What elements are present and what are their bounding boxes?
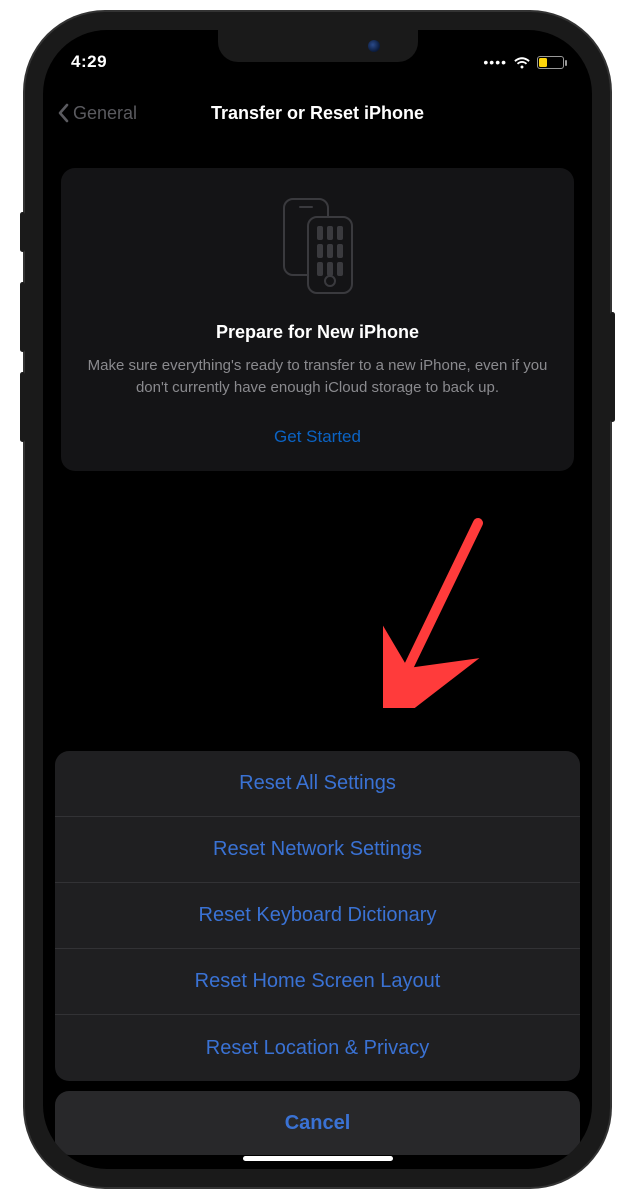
- navigation-bar: General Transfer or Reset iPhone: [43, 90, 592, 136]
- reset-keyboard-dictionary[interactable]: Reset Keyboard Dictionary: [55, 883, 580, 949]
- prepare-title: Prepare for New iPhone: [81, 322, 554, 343]
- back-button[interactable]: General: [57, 103, 137, 124]
- reset-all-settings[interactable]: Reset All Settings: [55, 751, 580, 817]
- reset-network-settings[interactable]: Reset Network Settings: [55, 817, 580, 883]
- cancel-button[interactable]: Cancel: [55, 1091, 580, 1155]
- action-sheet: Reset All Settings Reset Network Setting…: [43, 751, 592, 1169]
- mute-switch: [20, 212, 25, 252]
- status-time: 4:29: [71, 52, 107, 72]
- front-camera-icon: [368, 40, 380, 52]
- phone-front-icon: [307, 216, 353, 294]
- prepare-illustration: [81, 198, 554, 294]
- device-frame: 4:29 •••• General Transfer or Reset iPho…: [25, 12, 610, 1187]
- chevron-left-icon: [57, 103, 69, 123]
- screen: 4:29 •••• General Transfer or Reset iPho…: [43, 30, 592, 1169]
- prepare-description: Make sure everything's ready to transfer…: [81, 355, 554, 399]
- notch: [218, 30, 418, 62]
- get-started-link[interactable]: Get Started: [81, 427, 554, 447]
- back-label: General: [73, 103, 137, 124]
- home-indicator[interactable]: [243, 1156, 393, 1161]
- volume-down-button: [20, 372, 25, 442]
- battery-fill: [539, 58, 547, 67]
- side-button: [610, 312, 615, 422]
- prepare-card: Prepare for New iPhone Make sure everyth…: [61, 168, 574, 471]
- cellular-icon: ••••: [483, 54, 507, 70]
- battery-icon: [537, 56, 564, 69]
- reset-location-privacy[interactable]: Reset Location & Privacy: [55, 1015, 580, 1081]
- volume-up-button: [20, 282, 25, 352]
- page-title: Transfer or Reset iPhone: [211, 103, 424, 124]
- reset-home-screen-layout[interactable]: Reset Home Screen Layout: [55, 949, 580, 1015]
- wifi-icon: [513, 56, 531, 69]
